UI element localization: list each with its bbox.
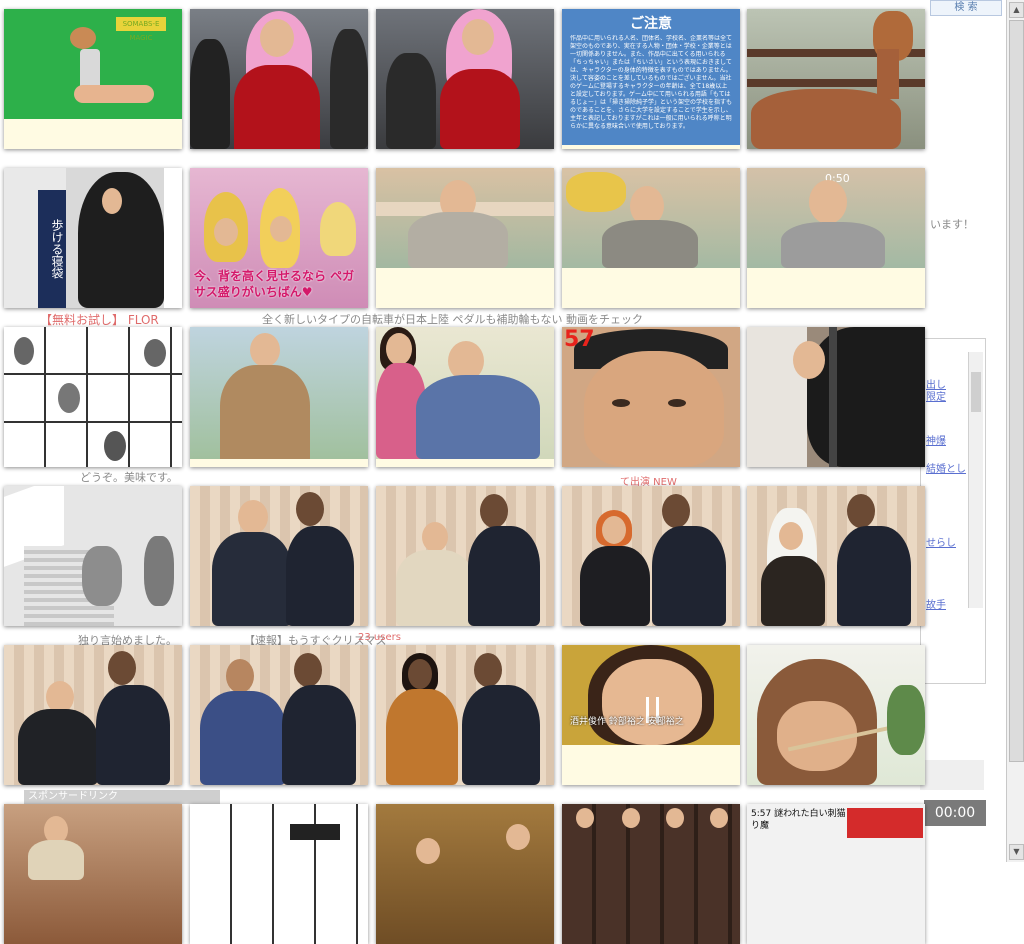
sidebar-link-3[interactable]: 結婚とし [926,460,966,475]
sidebar-link-1[interactable]: 限定 [926,388,946,403]
tile-caption: 歩ける寝袋 [38,190,66,308]
thumbnail-tile[interactable]: 酒井俊作 鈴部裕之 安部裕之 [562,645,740,785]
thumbnail-tile[interactable] [376,645,554,785]
thumbnail-tile[interactable] [376,804,554,944]
thumbnail-tile[interactable] [562,804,740,944]
video-time-display: 00:00 [924,800,986,826]
thumbnail-tile[interactable] [190,327,368,467]
notice-tile[interactable]: ご注意 作品中に用いられる人名、団体名、学校名、企業名等は全て架空のものであり、… [562,9,740,149]
thumbnail-tile[interactable] [747,645,925,785]
window-scrollbar[interactable]: ▲ ▼ [1006,0,1024,862]
tile-caption: 今、背を高く見せるなら ペガサス盛りがいちばん♥ [194,269,355,299]
thumbnail-tile[interactable] [376,9,554,149]
sidebar-link-2[interactable]: 神爆 [926,432,946,447]
bg-headline-link[interactable]: 全く新しいタイプの自転車が日本上陸 ペダルも補助輪もない 動画をチェック [262,311,643,327]
tile-caption: 酒井俊作 鈴部裕之 安部裕之 [570,717,684,727]
thumbnail-tile[interactable] [376,486,554,626]
thumbnail-tile[interactable] [4,804,182,944]
thumbnail-tile[interactable] [562,486,740,626]
thumbnail-tile[interactable]: 0:50 [747,168,925,308]
thumbnail-tile[interactable] [562,168,740,308]
thumbnail-tile[interactable]: 5:57 謎われた白い刺猫 またも女子高生連り魔 [747,804,925,944]
bg-users-count[interactable]: 23 users [358,632,401,643]
sponsor-links-header: スポンサードリンク [24,790,220,804]
search-button[interactable]: 検 索 [930,0,1002,16]
sidebar-link-4[interactable]: せらし [926,534,956,549]
thumbnail-tile[interactable] [747,486,925,626]
thumbnail-tile[interactable]: SOMABS-E MAGIC [4,9,182,149]
thumbnail-tile[interactable] [376,168,554,308]
sidebar-bottom-bar [920,760,984,790]
thumbnail-tile[interactable] [747,9,925,149]
scrollbar-thumb[interactable] [1009,20,1024,762]
tile-caption: 57 [564,327,595,352]
thumbnail-tile[interactable] [190,486,368,626]
thumbnail-tile[interactable] [190,645,368,785]
bg-snippet-desu: います！ [930,218,974,231]
tile-caption: SOMABS-E MAGIC [116,17,166,42]
thumbnail-tile[interactable] [376,327,554,467]
thumbnail-tile[interactable] [190,9,368,149]
thumbnail-tile[interactable] [747,327,925,467]
thumbnail-tile[interactable] [4,486,182,626]
bg-free-trial-link[interactable]: 【無料お試し】 FLOR [40,311,159,328]
scroll-up-arrow-icon[interactable]: ▲ [1009,2,1024,18]
thumbnail-tile[interactable]: 57 [562,327,740,467]
sidebar-scrollbar[interactable] [968,352,983,608]
notice-body: 作品中に用いられる人名、団体名、学校名、企業名等は全て架空のものであり、実在する… [570,35,732,130]
thumbnail-tile[interactable]: 今、背を高く見せるなら ペガサス盛りがいちばん♥ [190,168,368,308]
thumbnail-tile[interactable] [190,804,368,944]
thumbnail-tile[interactable] [4,645,182,785]
thumbnail-tile[interactable] [4,327,182,467]
thumbnail-tile[interactable]: 歩ける寝袋 [4,168,182,308]
notice-title: ご注意 [630,16,672,32]
bg-snippet-douzo: どうぞ。美味です。 [80,471,178,484]
scroll-down-arrow-icon[interactable]: ▼ [1009,844,1024,860]
sidebar-link-5[interactable]: 故手 [926,596,946,611]
